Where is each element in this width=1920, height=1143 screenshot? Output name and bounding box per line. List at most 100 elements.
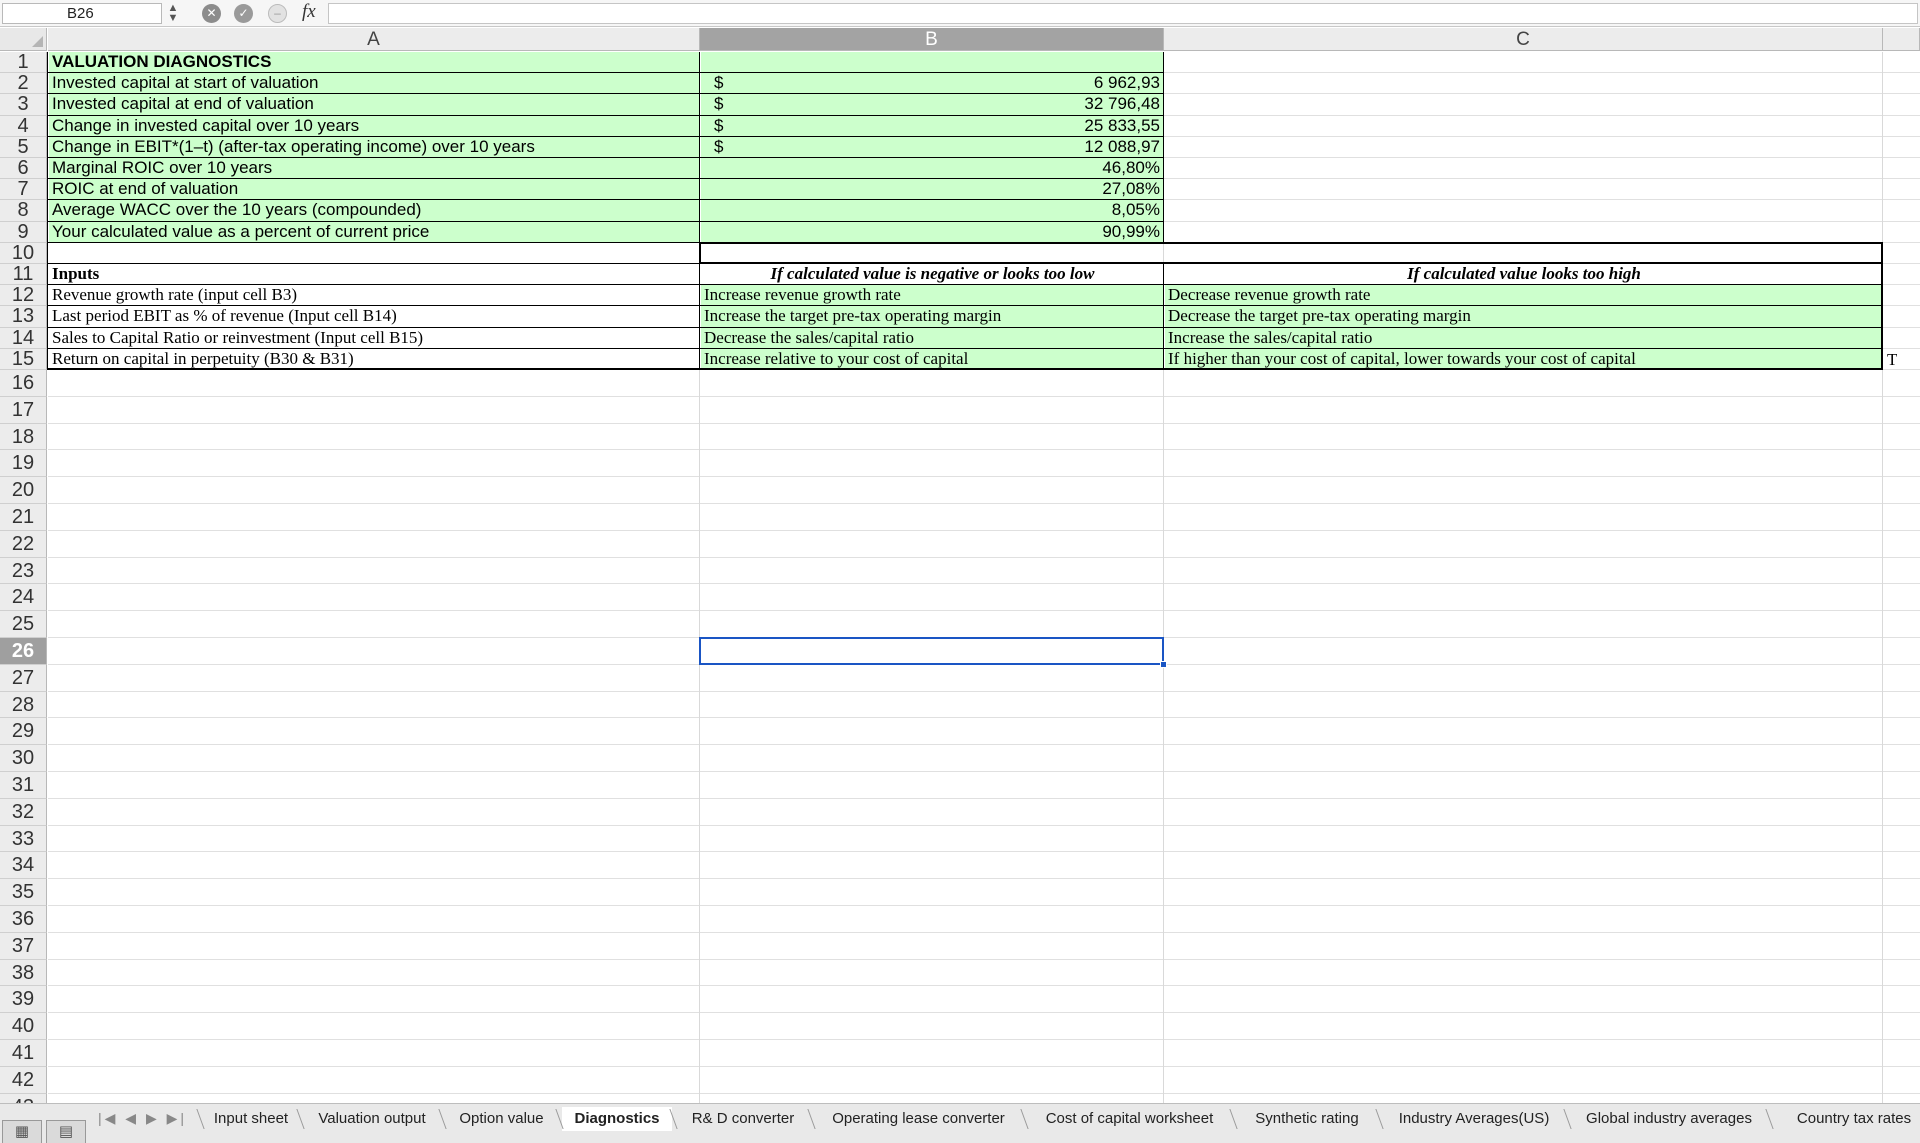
row-header-13[interactable]: 13	[0, 306, 47, 328]
sheet-tab-industry-averages-us[interactable]: Industry Averages(US)	[1382, 1107, 1566, 1131]
column-header-c[interactable]: C	[1164, 28, 1883, 51]
metric-value[interactable]: 46,80%	[701, 158, 1164, 179]
metric-value[interactable]: $25 833,55	[701, 115, 1164, 136]
row-header-11[interactable]: 11	[0, 264, 47, 286]
input-name[interactable]: Sales to Capital Ratio or reinvestment (…	[49, 328, 700, 348]
metric-label[interactable]: Invested capital at end of valuation	[49, 94, 700, 115]
metric-value[interactable]: 90,99%	[701, 221, 1164, 242]
sheet-nav-arrows-icon[interactable]: |◀ ◀ ▶ ▶|	[98, 1110, 187, 1127]
sheet-tab-global-industry-averages[interactable]: Global industry averages	[1570, 1107, 1768, 1131]
low-value-advice[interactable]: Increase revenue growth rate	[701, 285, 1164, 306]
input-name[interactable]: Return on capital in perpetuity (B30 & B…	[49, 349, 700, 369]
low-value-header[interactable]: If calculated value is negative or looks…	[701, 264, 1164, 284]
metric-label[interactable]: Change in invested capital over 10 years	[49, 115, 700, 136]
row-header-37[interactable]: 37	[0, 932, 47, 960]
metric-label[interactable]: ROIC at end of valuation	[49, 179, 700, 200]
row-header-35[interactable]: 35	[0, 879, 47, 906]
fill-handle[interactable]	[1160, 660, 1167, 668]
row-header-7[interactable]: 7	[0, 179, 47, 201]
row-header-30[interactable]: 30	[0, 745, 47, 772]
row-header-16[interactable]: 16	[0, 370, 47, 397]
sheet-tab-cost-of-capital-worksheet[interactable]: Cost of capital worksheet	[1027, 1107, 1232, 1131]
metric-value[interactable]: $32 796,48	[701, 94, 1164, 115]
formula-input[interactable]	[328, 3, 1918, 24]
row-header-2[interactable]: 2	[0, 73, 47, 95]
row-header-20[interactable]: 20	[0, 477, 47, 504]
column-header-b[interactable]: B	[700, 28, 1164, 51]
metric-value[interactable]: $12 088,97	[701, 136, 1164, 157]
row-header-3[interactable]: 3	[0, 94, 47, 116]
row-header-15[interactable]: 15	[0, 348, 47, 370]
input-name[interactable]: Revenue growth rate (input cell B3)	[49, 285, 700, 305]
row-header-26[interactable]: 26	[0, 638, 47, 665]
row-header-41[interactable]: 41	[0, 1040, 47, 1067]
row-header-38[interactable]: 38	[0, 959, 47, 987]
selected-cell-b26[interactable]	[699, 637, 1164, 665]
row-header-33[interactable]: 33	[0, 825, 47, 853]
row-header-4[interactable]: 4	[0, 115, 47, 137]
row-header-36[interactable]: 36	[0, 906, 47, 933]
column-header-a[interactable]: A	[48, 28, 700, 51]
row-header-10[interactable]: 10	[0, 242, 47, 264]
row-header-27[interactable]: 27	[0, 664, 47, 692]
high-value-advice[interactable]: Decrease the target pre-tax operating ma…	[1165, 306, 1883, 327]
row-header-9[interactable]: 9	[0, 221, 47, 243]
row-header-19[interactable]: 19	[0, 450, 47, 478]
normal-view-icon[interactable]: ▦	[2, 1120, 42, 1143]
metric-value[interactable]: $6 962,93	[701, 73, 1164, 94]
row-header-25[interactable]: 25	[0, 611, 47, 638]
fx-icon[interactable]: fx	[302, 1, 316, 23]
metric-value[interactable]: 27,08%	[701, 179, 1164, 200]
metric-label[interactable]: Invested capital at start of valuation	[49, 73, 700, 94]
row-header-21[interactable]: 21	[0, 504, 47, 531]
sheet-tab-country-tax-rates[interactable]: Country tax rates	[1772, 1107, 1920, 1131]
metric-label[interactable]: Average WACC over the 10 years (compound…	[49, 200, 700, 221]
row-header-8[interactable]: 8	[0, 200, 47, 222]
metric-label[interactable]: Marginal ROIC over 10 years	[49, 158, 700, 179]
row-header-1[interactable]: 1	[0, 52, 47, 74]
select-all-corner[interactable]	[0, 28, 47, 51]
row-header-29[interactable]: 29	[0, 718, 47, 746]
high-value-advice[interactable]: Decrease revenue growth rate	[1165, 285, 1883, 306]
row-header-40[interactable]: 40	[0, 1013, 47, 1040]
metric-value[interactable]: 8,05%	[701, 200, 1164, 221]
page-layout-view-icon[interactable]: ▤	[46, 1120, 86, 1143]
row-header-31[interactable]: 31	[0, 772, 47, 799]
sheet-tab-operating-lease-converter[interactable]: Operating lease converter	[814, 1107, 1023, 1131]
row-header-12[interactable]: 12	[0, 285, 47, 307]
diagnostics-title[interactable]: VALUATION DIAGNOSTICS	[49, 52, 700, 73]
low-value-advice[interactable]: Decrease the sales/capital ratio	[701, 327, 1164, 348]
name-box-stepper-icon[interactable]: ▲ ▼	[165, 3, 181, 24]
sheet-tab-diagnostics[interactable]: Diagnostics	[562, 1107, 672, 1131]
row-header-34[interactable]: 34	[0, 852, 47, 880]
name-box[interactable]: B26	[2, 3, 162, 24]
cancel-icon[interactable]: ✕	[202, 4, 221, 23]
row-header-24[interactable]: 24	[0, 584, 47, 612]
sheet-tab-valuation-output[interactable]: Valuation output	[303, 1107, 441, 1131]
low-value-advice[interactable]: Increase the target pre-tax operating ma…	[701, 306, 1164, 327]
sheet-tab-synthetic-rating[interactable]: Synthetic rating	[1236, 1107, 1378, 1131]
row-header-5[interactable]: 5	[0, 136, 47, 158]
high-value-advice[interactable]: Increase the sales/capital ratio	[1165, 327, 1883, 348]
function-dropdown-icon[interactable]: –	[268, 4, 287, 23]
row-header-32[interactable]: 32	[0, 798, 47, 826]
row-header-28[interactable]: 28	[0, 691, 47, 719]
low-value-advice[interactable]: Increase relative to your cost of capita…	[701, 348, 1164, 369]
column-header-next[interactable]	[1883, 28, 1920, 51]
high-value-advice[interactable]: If higher than your cost of capital, low…	[1165, 348, 1883, 369]
inputs-header[interactable]: Inputs	[49, 264, 700, 284]
row-header-6[interactable]: 6	[0, 158, 47, 180]
diagnostics-title-b[interactable]	[701, 52, 1164, 73]
row-header-42[interactable]: 42	[0, 1066, 47, 1094]
row-header-23[interactable]: 23	[0, 557, 47, 585]
row-header-39[interactable]: 39	[0, 986, 47, 1014]
sheet-tab-input-sheet[interactable]: Input sheet	[203, 1107, 299, 1131]
row-header-17[interactable]: 17	[0, 396, 47, 424]
sheet-tab-option-value[interactable]: Option value	[445, 1107, 558, 1131]
metric-label[interactable]: Your calculated value as a percent of cu…	[49, 221, 700, 242]
enter-check-icon[interactable]: ✓	[234, 4, 253, 23]
high-value-header[interactable]: If calculated value looks too high	[1165, 264, 1883, 284]
metric-label[interactable]: Change in EBIT*(1–t) (after-tax operatin…	[49, 136, 700, 157]
row-header-14[interactable]: 14	[0, 327, 47, 349]
input-name[interactable]: Last period EBIT as % of revenue (Input …	[49, 306, 700, 326]
